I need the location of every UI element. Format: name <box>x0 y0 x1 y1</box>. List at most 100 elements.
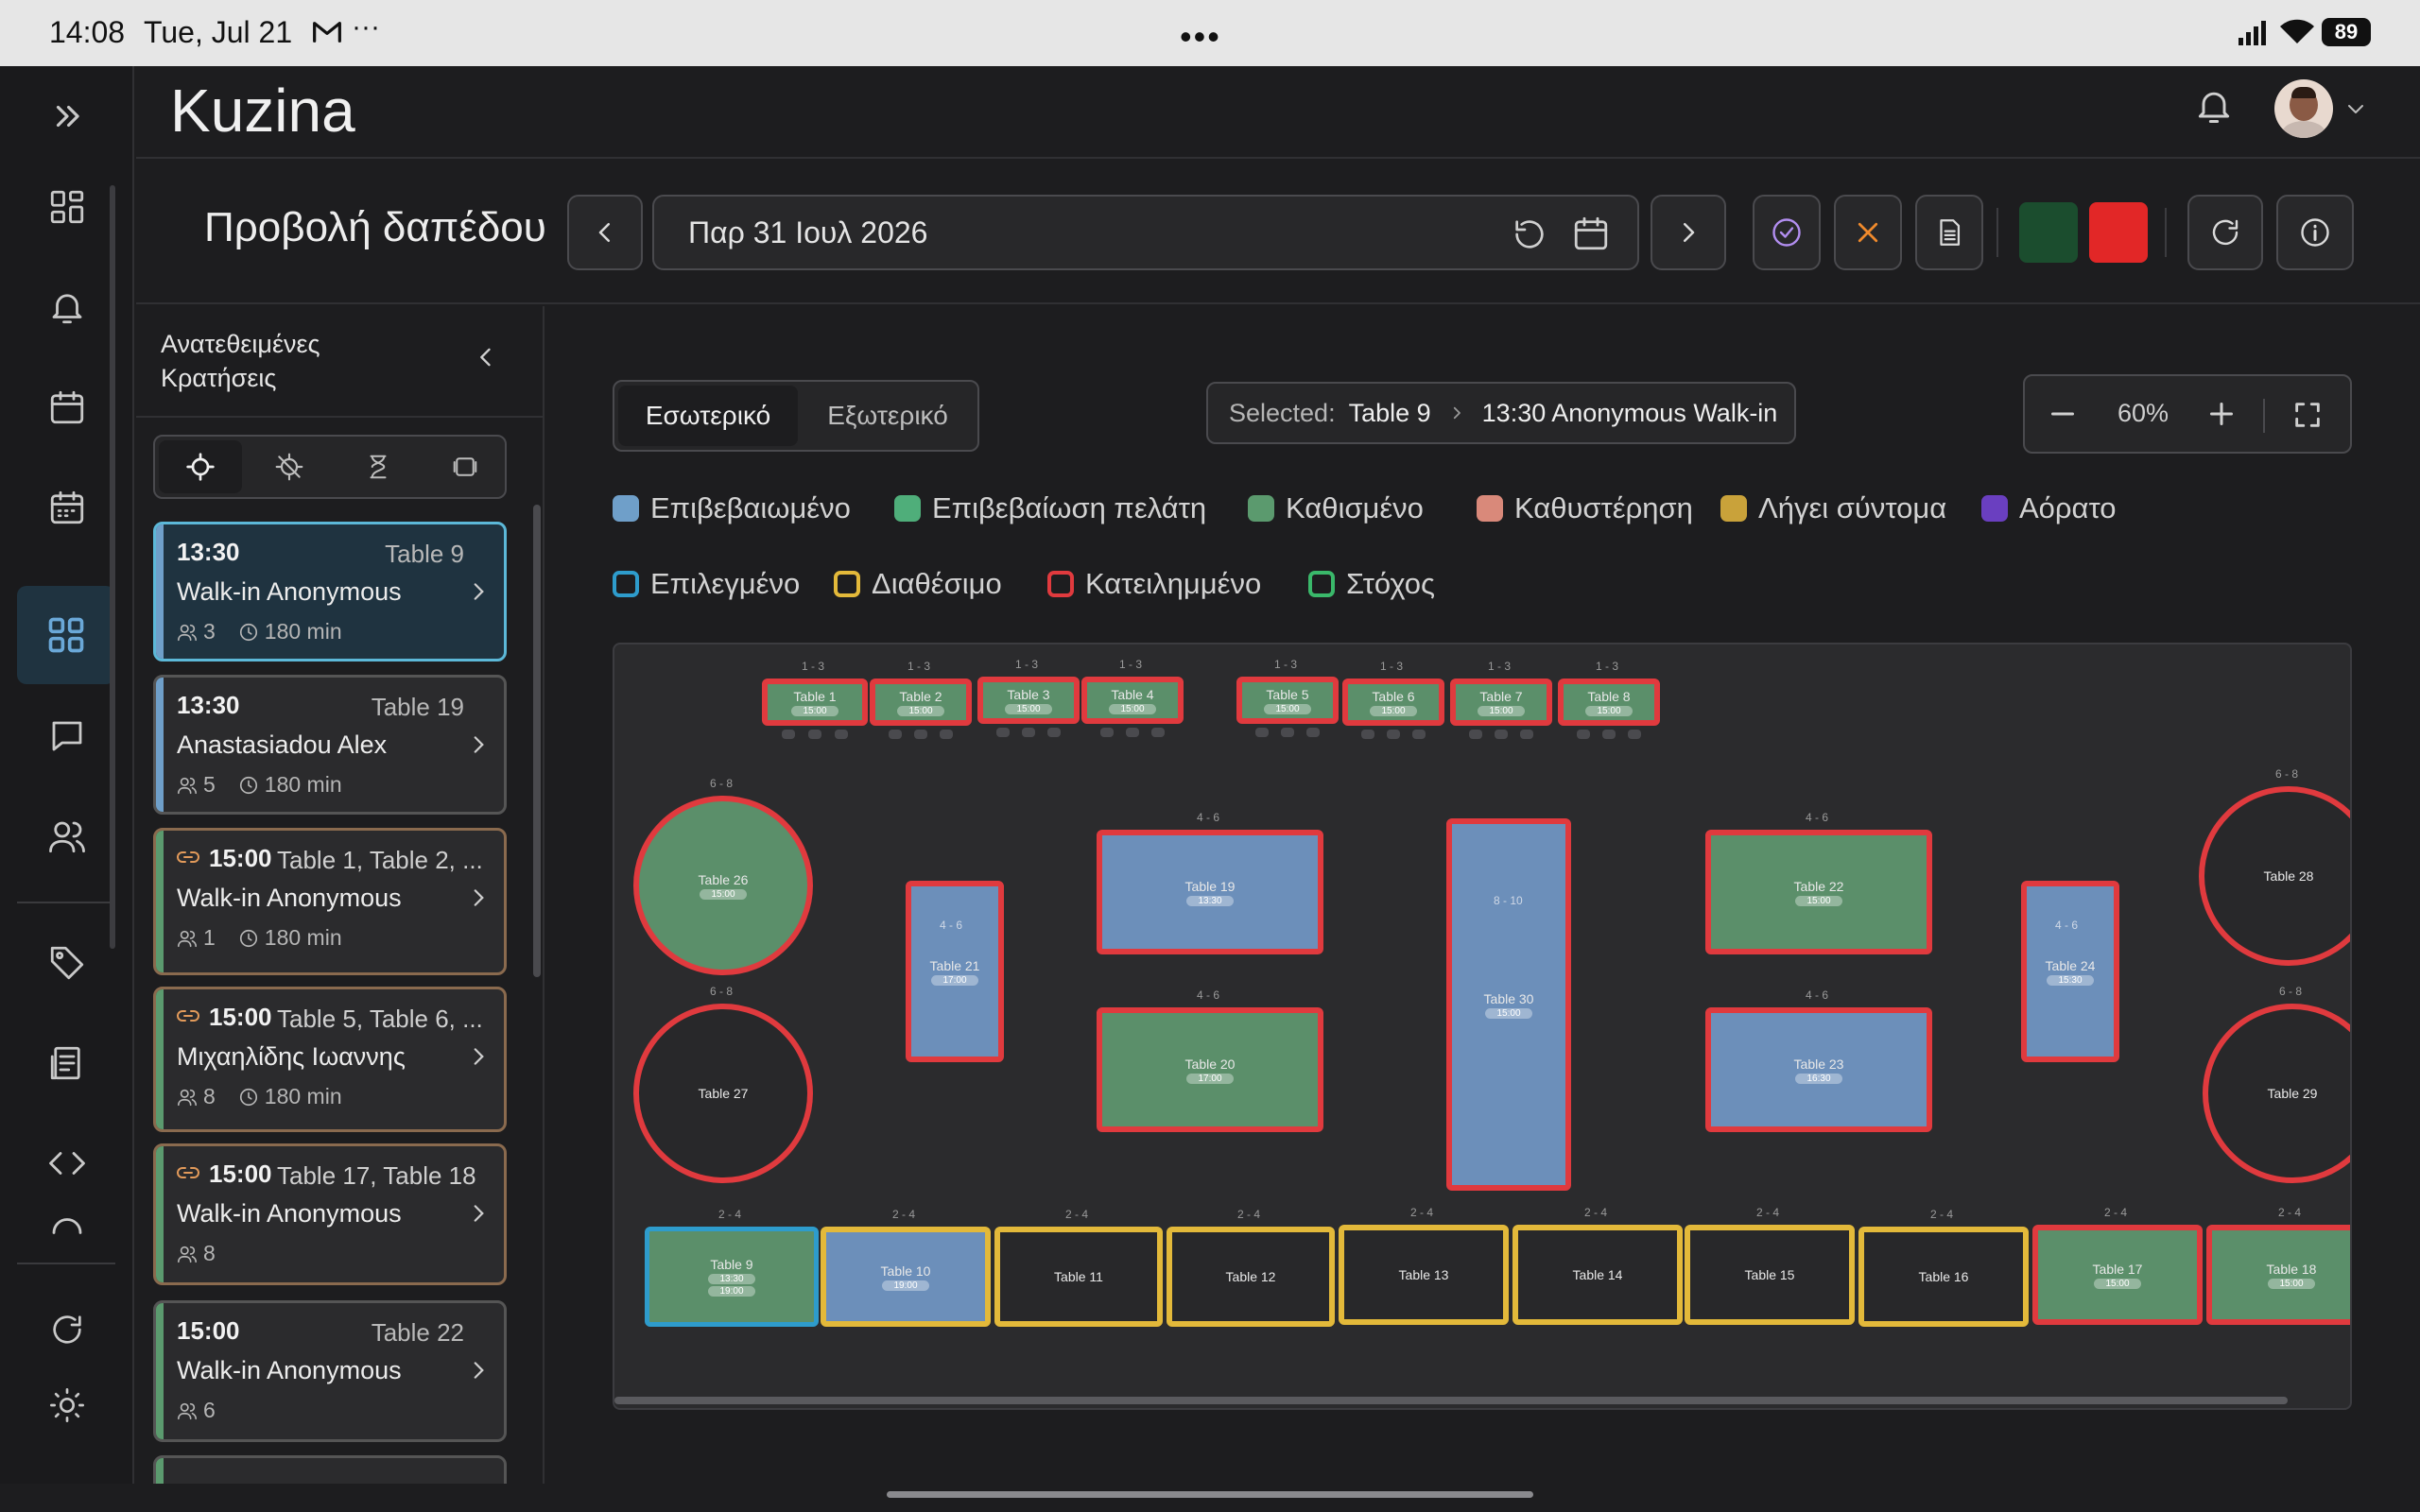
floor-plan-icon[interactable] <box>17 586 115 684</box>
zoom-in-button[interactable] <box>2204 397 2238 431</box>
crosshair-off-icon[interactable] <box>248 440 331 493</box>
link-icon <box>177 850 199 865</box>
floor-table[interactable]: Table 21 17:00 <box>906 881 1004 1062</box>
red-swatch-button[interactable] <box>2089 202 2148 263</box>
avatar[interactable] <box>2274 79 2333 138</box>
tab-outdoor[interactable]: Εξωτερικό <box>800 386 976 446</box>
chair <box>889 730 902 739</box>
link-icon <box>177 1008 199 1023</box>
floor-table[interactable]: Table 23 16:30 <box>1705 1007 1932 1132</box>
theme-sun-icon[interactable] <box>34 1372 100 1438</box>
chair <box>1577 730 1590 739</box>
layers-icon[interactable] <box>425 440 505 493</box>
code-icon[interactable] <box>34 1130 100 1196</box>
sidebar-scrollbar[interactable] <box>110 185 115 949</box>
info-button[interactable] <box>2276 195 2354 270</box>
tag-icon[interactable] <box>34 930 100 996</box>
floor-table[interactable]: Table 20 17:00 <box>1097 1007 1323 1132</box>
legend-label: Αόρατο <box>2019 491 2117 524</box>
floor-table[interactable]: Table 11 <box>994 1227 1163 1327</box>
reservation-card[interactable]: 15:00 Table 5, Table 6, ... Μιχαηλίδης Ιωα… <box>153 987 507 1132</box>
table-capacity: 1 - 3 <box>1488 660 1512 673</box>
floor-table[interactable]: Table 5 15:00 <box>1236 677 1339 724</box>
guest-count: 8 <box>203 1241 216 1265</box>
floor-table[interactable]: Table 13 <box>1339 1225 1509 1325</box>
floor-table[interactable]: Table 7 15:00 <box>1450 679 1552 726</box>
floor-table[interactable]: Table 14 <box>1512 1225 1683 1325</box>
chevron-right-icon <box>466 1044 491 1069</box>
floor-table[interactable]: Table 10 19:00 <box>821 1227 991 1327</box>
floor-table[interactable]: Table 19 13:30 <box>1097 830 1323 954</box>
floor-table[interactable]: Table 9 13:30 19:00 <box>645 1227 819 1327</box>
green-swatch-button[interactable] <box>2019 202 2078 263</box>
app-title: Kuzina <box>170 77 355 145</box>
reservation-meta: 5 180 min <box>177 772 342 798</box>
cancel-filter-button[interactable] <box>1834 195 1902 270</box>
bell-nav-icon[interactable] <box>34 274 100 340</box>
users-icon[interactable] <box>34 803 100 869</box>
floor-table[interactable]: Table 2 15:00 <box>870 679 972 726</box>
status-color-bar <box>156 524 164 659</box>
fullscreen-icon[interactable] <box>2291 399 2324 431</box>
floor-plan-canvas[interactable]: Table 1 15:00 1 - 3 Table 2 15:00 1 - 3 Table … <box>613 643 2352 1410</box>
drag-handle-icon[interactable]: ••• <box>1180 17 1221 57</box>
list-scrollbar[interactable] <box>533 505 541 977</box>
chevron-down-icon[interactable] <box>2344 100 2367 119</box>
floor-table[interactable]: Table 15 <box>1685 1225 1855 1325</box>
floor-table[interactable]: Table 8 15:00 <box>1558 679 1660 726</box>
floor-table[interactable]: Table 4 15:00 <box>1081 677 1184 724</box>
reservation-card[interactable]: 15:00 Table 1, Table 2, ... Walk-in Anonym… <box>153 828 507 975</box>
notifications-bell-icon[interactable] <box>2193 85 2235 127</box>
floor-table[interactable]: Table 1 15:00 <box>762 679 868 726</box>
floor-table[interactable]: Table 12 <box>1167 1227 1335 1327</box>
collapse-panel-button[interactable] <box>473 344 499 370</box>
next-day-button[interactable] <box>1651 195 1726 270</box>
floor-table[interactable]: Table 18 15:00 <box>2206 1225 2350 1325</box>
crosshair-icon[interactable] <box>159 440 242 493</box>
floor-table[interactable]: Table 22 15:00 <box>1705 830 1932 954</box>
home-indicator[interactable] <box>887 1491 1533 1498</box>
reset-date-icon[interactable] <box>1511 215 1548 253</box>
legend-item: Λήγει σύντομα <box>1720 491 1946 525</box>
reservation-card[interactable]: 13:30 Table 19 Anastasiadou Alex 5 180 min <box>153 675 507 815</box>
sync-icon[interactable] <box>34 1297 100 1363</box>
chat-icon[interactable] <box>34 703 100 769</box>
floor-table[interactable]: Table 17 15:00 <box>2032 1225 2203 1325</box>
floor-table[interactable]: Table 6 15:00 <box>1342 679 1444 726</box>
hourglass-icon[interactable] <box>337 440 420 493</box>
floor-scrollbar[interactable] <box>614 1397 2288 1404</box>
guest-count: 6 <box>203 1398 216 1422</box>
calendar-icon[interactable] <box>34 374 100 440</box>
previous-day-button[interactable] <box>567 195 643 270</box>
zoom-out-button[interactable] <box>2046 397 2080 431</box>
floor-table[interactable]: Table 24 15:30 <box>2021 881 2119 1062</box>
dashboard-icon[interactable] <box>34 174 100 240</box>
notes-button[interactable] <box>1915 195 1983 270</box>
confirm-filter-button[interactable] <box>1753 195 1821 270</box>
support-icon[interactable] <box>34 1200 100 1238</box>
reservation-name: Μιχαηλίδης Ιωαννης <box>177 1042 406 1071</box>
reservation-card[interactable]: 15:00 Table 17, Table 18 Walk-in Anonymous… <box>153 1143 507 1285</box>
reservation-card[interactable]: 15:00 Table 22 Walk-in Anonymous 6 <box>153 1300 507 1442</box>
refresh-button[interactable] <box>2187 195 2263 270</box>
reservation-time: 13:30 <box>177 538 240 566</box>
calendar-picker-icon[interactable] <box>1571 214 1611 253</box>
date-picker-field[interactable]: Παρ 31 Ιουλ 2026 <box>652 195 1639 270</box>
floor-table[interactable]: Table 28 <box>2199 786 2350 966</box>
reservation-card[interactable]: 13:30 Table 9 Walk-in Anonymous 3 180 min <box>153 522 507 662</box>
table-capacity: 1 - 3 <box>1274 658 1298 671</box>
floor-table[interactable]: Table 16 <box>1858 1227 2029 1327</box>
reservation-card-partial[interactable] <box>153 1455 507 1484</box>
floor-table[interactable]: Table 3 15:00 <box>977 677 1080 724</box>
tab-indoor[interactable]: Εσωτερικό <box>618 386 798 446</box>
floor-table[interactable]: Table 26 15:00 <box>633 796 813 975</box>
calendar-days-icon[interactable] <box>34 474 100 541</box>
table-time: 15:00 <box>1485 1007 1532 1019</box>
floor-table[interactable]: Table 30 15:00 <box>1446 818 1571 1191</box>
floor-table[interactable]: Table 29 <box>2203 1004 2350 1183</box>
chair <box>1126 728 1139 737</box>
chair <box>1255 728 1269 737</box>
reports-icon[interactable] <box>34 1030 100 1096</box>
expand-sidebar-button[interactable] <box>34 83 100 149</box>
floor-table[interactable]: Table 27 <box>633 1004 813 1183</box>
